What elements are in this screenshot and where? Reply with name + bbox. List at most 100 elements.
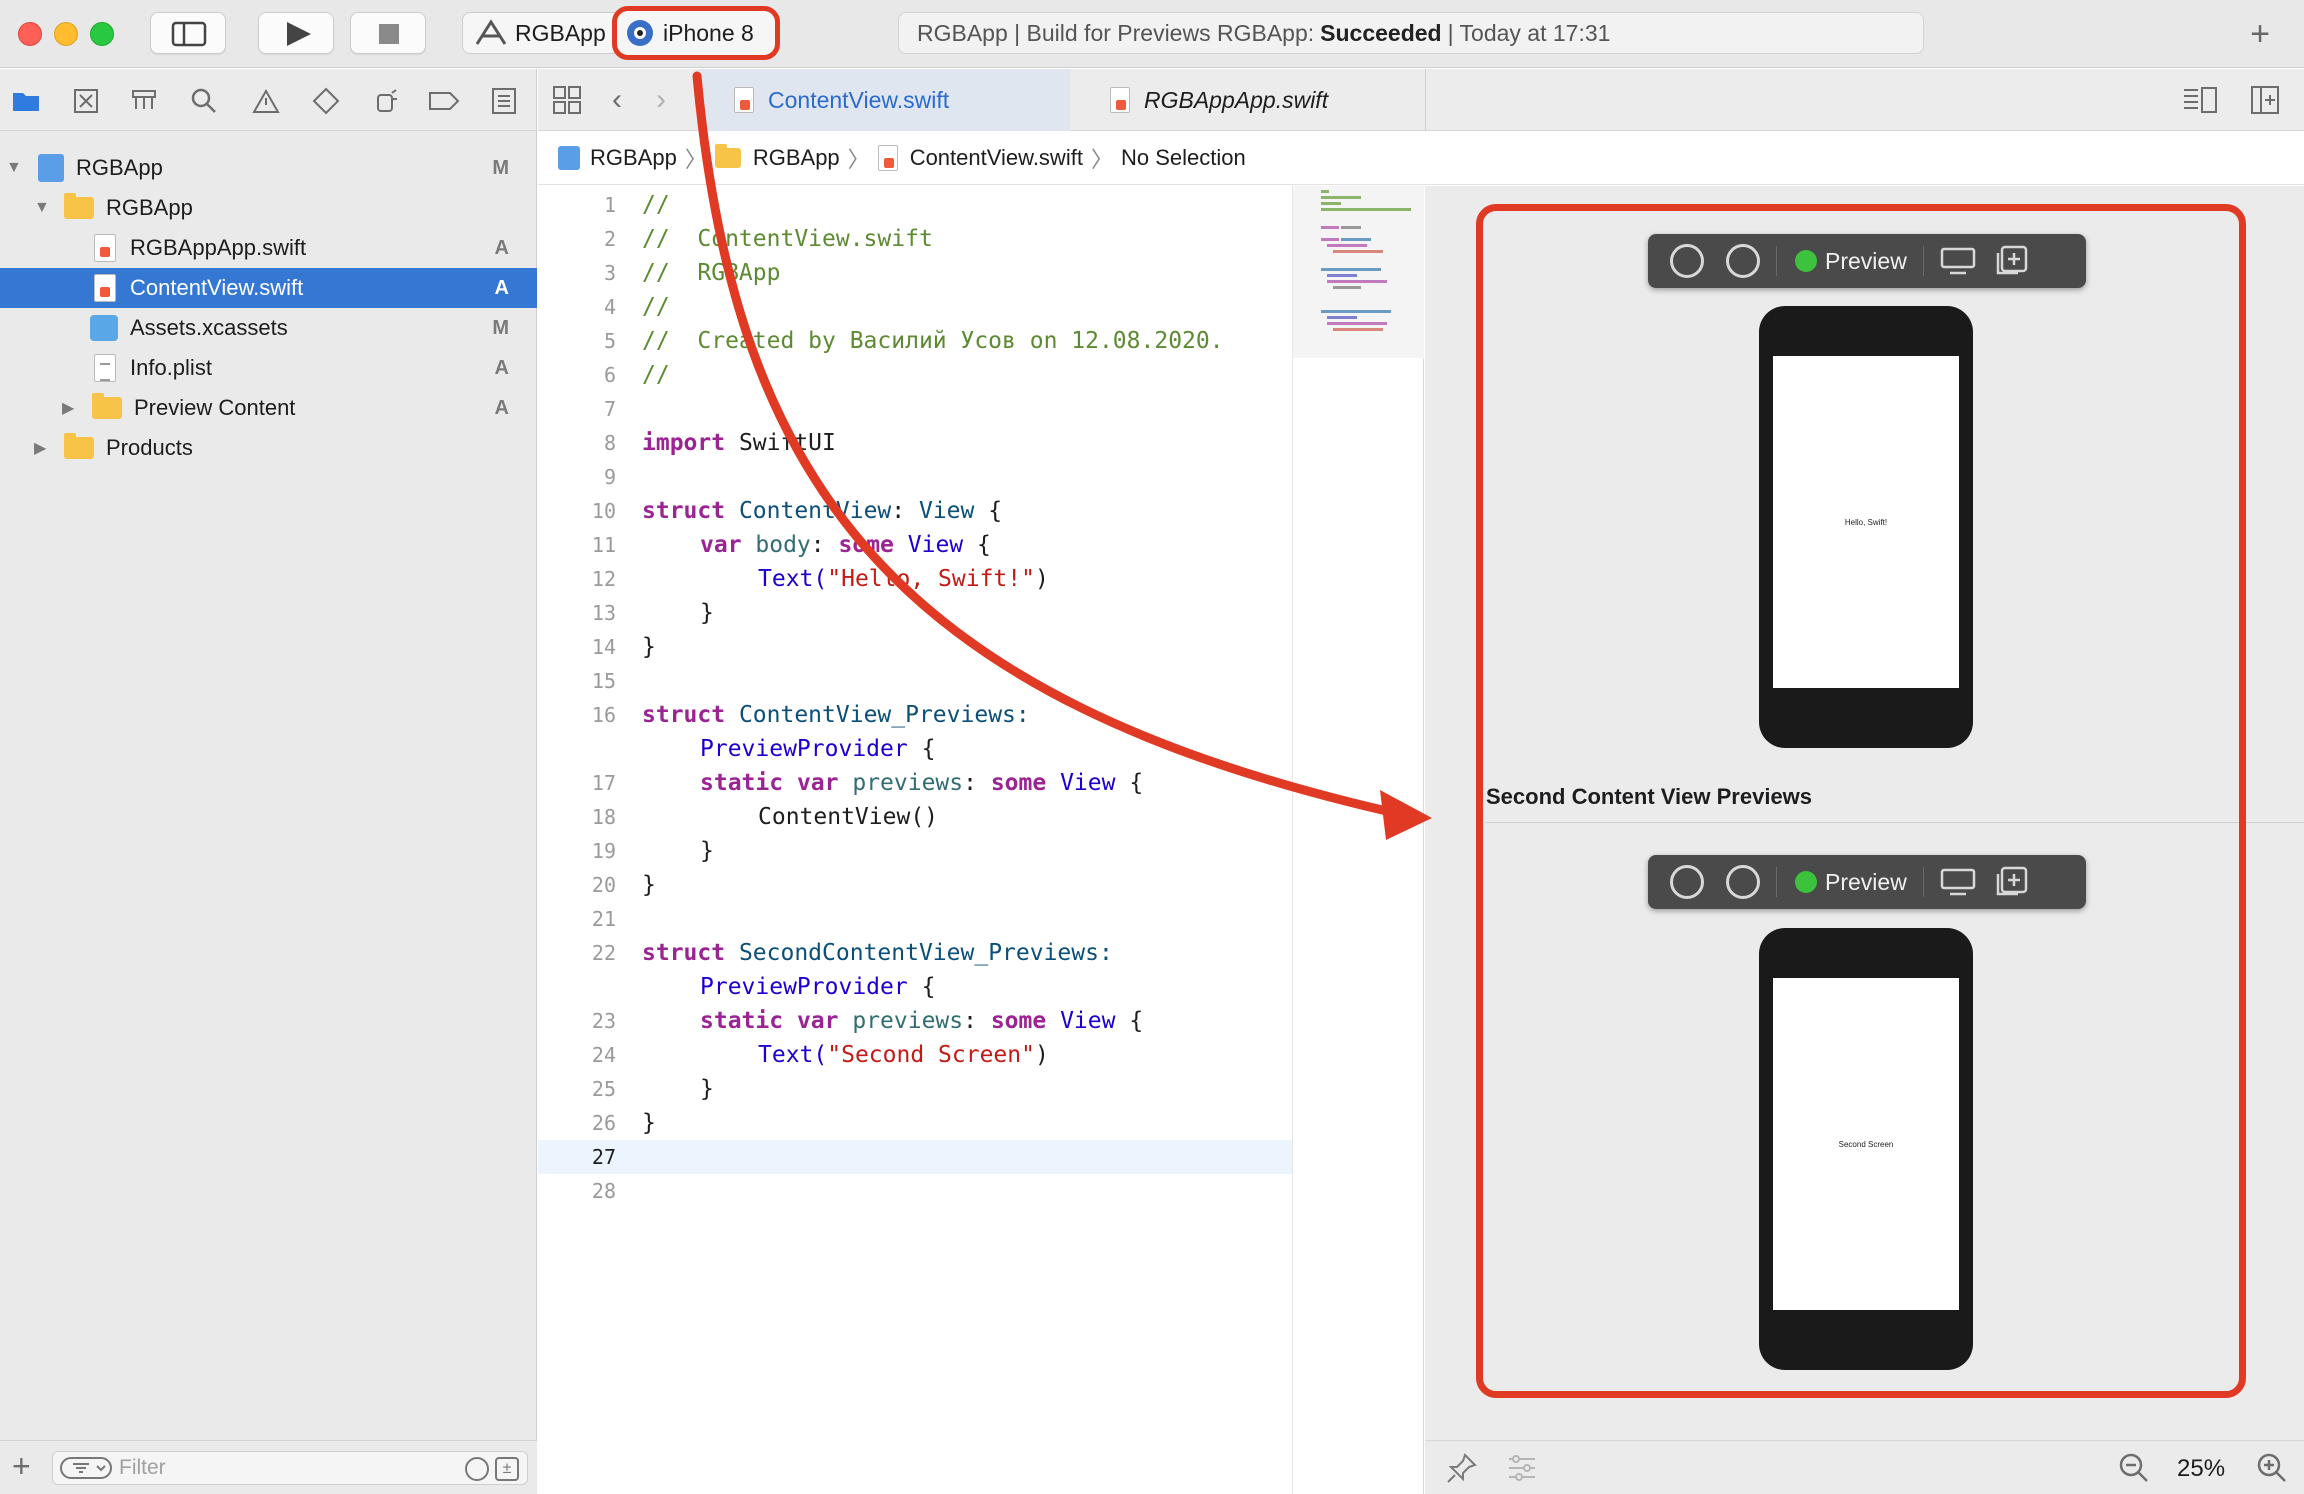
line-number: 16 bbox=[591, 703, 616, 727]
zoom-level[interactable]: 25% bbox=[2177, 1455, 2225, 1483]
tree-item-file[interactable]: Info.plist A bbox=[0, 348, 537, 388]
find-navigator-icon[interactable] bbox=[188, 85, 220, 117]
breadcrumb-selection[interactable]: No Selection bbox=[1121, 145, 1246, 171]
punct: : bbox=[810, 532, 839, 558]
source-editor[interactable]: 1 // 2 // ContentView.swift 3 // RGBApp 4 //… bbox=[538, 186, 1292, 1494]
close-window-button[interactable] bbox=[18, 22, 42, 46]
tree-item-group[interactable]: ▶ Preview Content A bbox=[0, 388, 537, 428]
code-line: 9 bbox=[538, 460, 1292, 494]
pin-icon[interactable] bbox=[1445, 1451, 1479, 1485]
disclosure-right-icon[interactable]: ▶ bbox=[34, 438, 46, 458]
tree-item-label: Products bbox=[106, 435, 193, 460]
add-icon[interactable]: + bbox=[12, 1449, 31, 1483]
source-control-icon[interactable] bbox=[70, 85, 102, 117]
code-text: PreviewProvider { bbox=[700, 970, 935, 1004]
tree-item-label: RGBApp bbox=[76, 155, 163, 180]
code-line: 19} bbox=[538, 834, 1292, 868]
keyword: var bbox=[796, 770, 839, 796]
line-number: 27 bbox=[591, 1145, 616, 1169]
plist-file-icon bbox=[94, 354, 116, 382]
zoom-out-icon[interactable] bbox=[2117, 1451, 2151, 1485]
add-library-icon[interactable]: + bbox=[2240, 14, 2280, 54]
tree-item-group[interactable]: ▼ RGBApp bbox=[0, 188, 537, 228]
swift-file-icon bbox=[94, 234, 116, 262]
code-text: // Created by Василий Усов on 12.08.2020… bbox=[642, 328, 1224, 354]
adjust-icon[interactable] bbox=[1505, 1451, 1539, 1485]
code-text: ContentView() bbox=[758, 804, 939, 830]
issue-navigator-icon[interactable] bbox=[250, 85, 282, 117]
asset-catalog-icon bbox=[90, 315, 118, 341]
back-arrow-icon[interactable]: ‹ bbox=[612, 83, 622, 117]
type-name: ContentView_Previews: bbox=[725, 702, 1030, 728]
code-text: static var previews: some View { bbox=[700, 766, 1143, 800]
disclosure-down-icon[interactable]: ▼ bbox=[34, 199, 50, 217]
filter-input[interactable]: Filter ± bbox=[52, 1451, 528, 1485]
test-navigator-icon[interactable] bbox=[310, 85, 342, 117]
stop-button[interactable] bbox=[350, 12, 426, 54]
punct: { bbox=[974, 498, 1003, 524]
code-line: 5 // Created by Василий Усов on 12.08.202… bbox=[538, 324, 1292, 358]
simulator-icon bbox=[627, 20, 653, 46]
tree-item-label: ContentView.swift bbox=[130, 275, 304, 300]
code-line: 14} bbox=[538, 630, 1292, 664]
minimize-window-button[interactable] bbox=[54, 22, 78, 46]
tree-item-project[interactable]: ▼ RGBApp M bbox=[0, 148, 537, 188]
toggle-navigator-button[interactable] bbox=[150, 12, 226, 54]
device-selector[interactable]: iPhone 8 bbox=[612, 6, 780, 60]
code-line: 22 struct SecondContentView_Previews: bbox=[538, 936, 1292, 970]
string-literal: "Second Screen" bbox=[827, 1042, 1035, 1068]
folder-icon bbox=[64, 193, 94, 219]
run-button[interactable] bbox=[258, 12, 334, 54]
tree-item-group[interactable]: ▶ Products bbox=[0, 428, 537, 468]
identifier: body bbox=[741, 532, 811, 558]
tab-app-file[interactable]: RGBAppApp.swift bbox=[1070, 69, 1426, 131]
disclosure-right-icon[interactable]: ▶ bbox=[62, 398, 74, 418]
punct: : bbox=[891, 498, 919, 524]
tree-item-file-selected[interactable]: ContentView.swift A bbox=[0, 268, 537, 308]
swift-file-icon bbox=[877, 144, 898, 171]
tab-content-view[interactable]: ContentView.swift bbox=[698, 69, 1070, 131]
tree-item-file[interactable]: RGBAppApp.swift A bbox=[0, 228, 537, 268]
minimap[interactable] bbox=[1292, 186, 1424, 1494]
line-number: 25 bbox=[591, 1077, 616, 1101]
line-number: 11 bbox=[591, 533, 616, 557]
tree-item-file[interactable]: Assets.xcassets M bbox=[0, 308, 537, 348]
line-number: 4 bbox=[603, 295, 616, 319]
source-control-filter-icon[interactable]: ± bbox=[495, 1457, 519, 1481]
line-number: 15 bbox=[591, 669, 616, 693]
zoom-in-icon[interactable] bbox=[2255, 1451, 2289, 1485]
breadcrumb-group[interactable]: RGBApp bbox=[753, 145, 840, 171]
keyword: some bbox=[838, 532, 894, 558]
debug-navigator-icon[interactable] bbox=[370, 85, 402, 117]
keyword: struct bbox=[642, 702, 726, 728]
line-number: 24 bbox=[591, 1043, 616, 1067]
breadcrumb-file[interactable]: ContentView.swift bbox=[910, 145, 1083, 171]
filter-icon bbox=[60, 1457, 112, 1479]
zoom-window-button[interactable] bbox=[90, 22, 114, 46]
adjust-editor-options-icon[interactable] bbox=[2182, 85, 2218, 120]
related-items-icon[interactable] bbox=[552, 85, 584, 120]
symbol-navigator-icon[interactable] bbox=[128, 85, 160, 117]
function-call: Text( bbox=[758, 1042, 828, 1068]
line-number: 5 bbox=[603, 329, 616, 353]
keyword: var bbox=[700, 532, 742, 558]
punct: { bbox=[1115, 770, 1144, 796]
swift-file-icon bbox=[734, 87, 754, 113]
chevron-right-icon: 〉 bbox=[1090, 146, 1113, 172]
vcs-status-badge: M bbox=[492, 156, 509, 179]
add-editor-split-icon[interactable] bbox=[2250, 85, 2280, 120]
breadcrumb-project[interactable]: RGBApp bbox=[590, 145, 677, 171]
line-number: 7 bbox=[603, 397, 616, 421]
forward-arrow-icon[interactable]: › bbox=[656, 83, 666, 117]
disclosure-down-icon[interactable]: ▼ bbox=[6, 159, 22, 177]
project-navigator-icon[interactable] bbox=[10, 85, 42, 117]
breakpoint-navigator-icon[interactable] bbox=[428, 85, 460, 117]
code-line: 8 import SwiftUI bbox=[538, 426, 1292, 460]
code-line: 3 // RGBApp bbox=[538, 256, 1292, 290]
report-navigator-icon[interactable] bbox=[488, 85, 520, 117]
code-text: } bbox=[642, 634, 656, 660]
code-text: // bbox=[642, 192, 670, 218]
punct: { bbox=[907, 736, 936, 762]
line-number: 3 bbox=[603, 261, 616, 285]
recent-files-icon[interactable] bbox=[465, 1457, 489, 1481]
